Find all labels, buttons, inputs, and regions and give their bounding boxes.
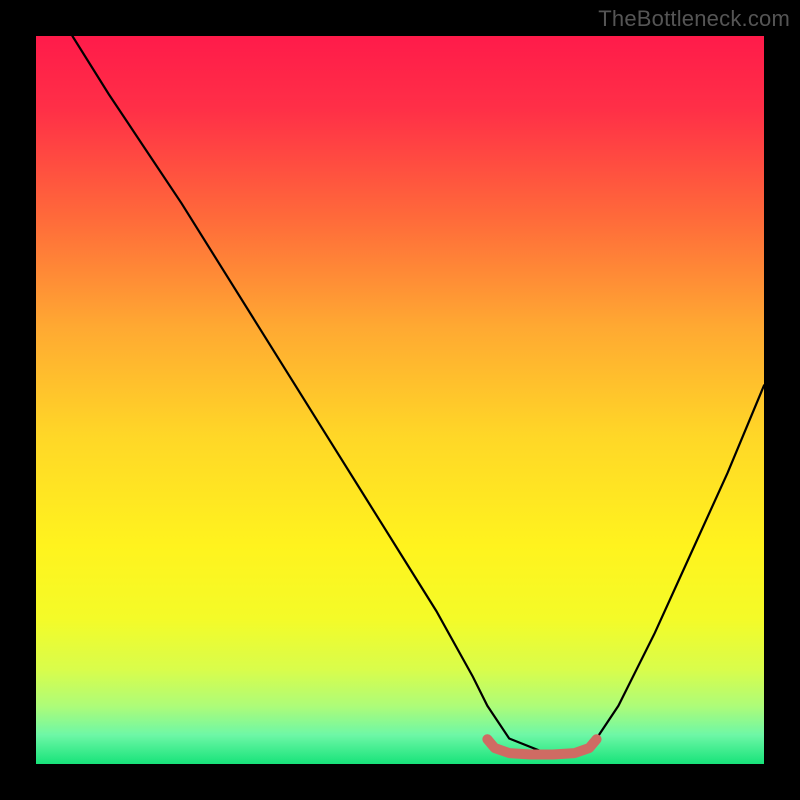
chart-plot (36, 36, 764, 764)
gradient-background (36, 36, 764, 764)
watermark-text: TheBottleneck.com (598, 6, 790, 32)
chart-frame (36, 36, 764, 764)
